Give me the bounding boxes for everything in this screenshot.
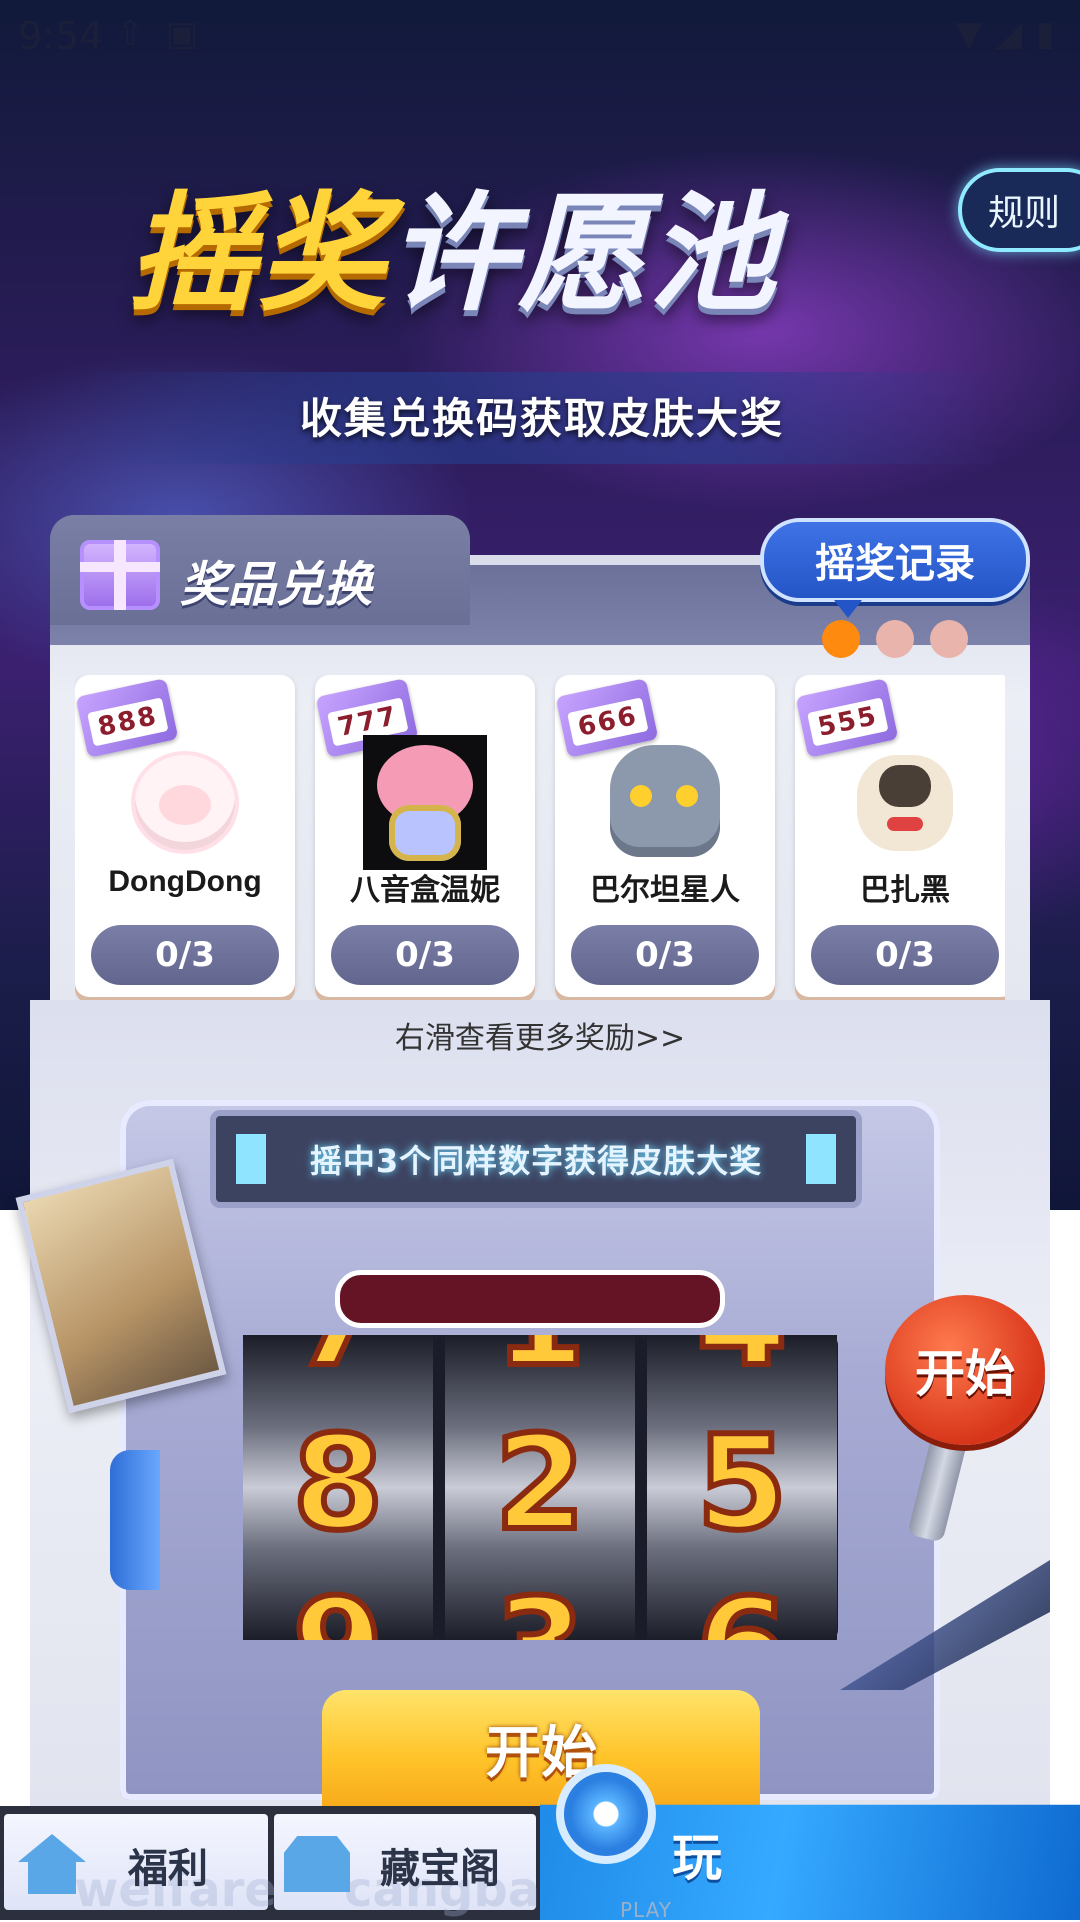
rules-button[interactable]: 规则 [958,168,1080,252]
prize-name: 八音盒温妮 [350,874,500,907]
nav-welfare[interactable]: welfare 福利 [4,1814,277,1918]
prize-progress[interactable]: 0/3 [811,925,999,985]
battery-icon: ▮ [1036,14,1055,54]
code-badge: 555 [795,678,899,758]
page-subtitle: 收集兑换码获取皮肤大奖 [300,394,785,443]
slot-reels: 7 8 9 1 2 3 4 5 6 [243,1335,838,1640]
reel-1: 7 8 9 [243,1335,433,1640]
reel-number-current: 8 [290,1404,386,1562]
slot-display-window [335,1270,725,1328]
upload-icon: ⇧ [116,14,145,54]
reel-number-current: 2 [492,1404,588,1562]
treasure-box-icon [284,1836,350,1892]
prize-progress[interactable]: 0/3 [331,925,519,985]
prize-panel-title: 奖品兑换 [180,557,373,613]
reel-number: 7 [243,1335,433,1398]
notification-icon: ▣ [166,14,199,54]
lever-start-button[interactable]: 开始 [885,1295,1045,1445]
nav-welfare-label: 福利 [128,1846,208,1892]
gift-icon [80,540,160,610]
prize-progress[interactable]: 0/3 [91,925,279,985]
music-box-winnie-image [363,735,487,870]
title-part-2: 许愿池 [388,180,779,329]
prize-name: 巴尔坦星人 [590,874,740,907]
reel-number: 6 [647,1567,837,1640]
sheep-character-image [135,755,235,850]
page-dot-1[interactable] [822,620,860,658]
nav-treasure-label: 藏宝阁 [380,1846,500,1892]
status-bar: 9:54 ⇧ ▣ ▼ ◢ ▮ [0,0,1080,72]
page-title: 摇奖许愿池 [128,150,778,335]
prize-name: DongDong [108,865,262,898]
prize-card-bazhahei[interactable]: 555 巴扎黑 0/3 [795,675,1005,997]
reel-number: 3 [445,1567,635,1640]
reel-number-current: 5 [694,1404,790,1562]
bottom-navigation: welfare 福利 cangbao 藏宝阁 玩 PLAY [0,1764,1080,1922]
reel-2: 1 2 3 [445,1335,635,1640]
lottery-record-button[interactable]: 摇奖记录 [760,518,1030,618]
prize-name: 巴扎黑 [860,874,950,907]
signal-icon: ◢ [996,14,1023,54]
nav-play-sublabel: PLAY [620,1898,673,1922]
status-time: 9:54 [18,14,104,58]
pug-character-image [857,755,953,851]
reel-number: 9 [243,1567,433,1640]
reel-number: 4 [647,1335,837,1398]
wifi-icon: ▼ [956,14,983,54]
title-part-1: 摇奖 [128,180,389,329]
slot-banner: 摇中3个同样数字获得皮肤大奖 [210,1110,862,1208]
prize-card-baltan[interactable]: 666 巴尔坦星人 0/3 [555,675,775,997]
baltan-alien-image [610,745,720,857]
page-dot-2[interactable] [876,620,914,658]
page-dot-3[interactable] [930,620,968,658]
swipe-more-hint: 右滑查看更多奖励>> [394,1021,686,1056]
code-badge: 888 [75,678,179,758]
prize-card-dongdong[interactable]: 888 DongDong 0/3 [75,675,295,997]
reel-number: 1 [445,1335,635,1398]
home-icon [18,1834,86,1894]
prize-card-list[interactable]: 888 DongDong 0/3 777 八音盒温妮 0/3 666 巴尔坦星人… [75,675,1005,1005]
compass-icon [556,1764,656,1864]
machine-side-knob [110,1450,160,1590]
page-indicator [822,620,968,658]
prize-progress[interactable]: 0/3 [571,925,759,985]
reel-3: 4 5 6 [647,1335,837,1640]
prize-card-winnie[interactable]: 777 八音盒温妮 0/3 [315,675,535,997]
nav-treasure[interactable]: cangbao 藏宝阁 [274,1814,573,1918]
nav-play-label: 玩 [672,1829,722,1887]
